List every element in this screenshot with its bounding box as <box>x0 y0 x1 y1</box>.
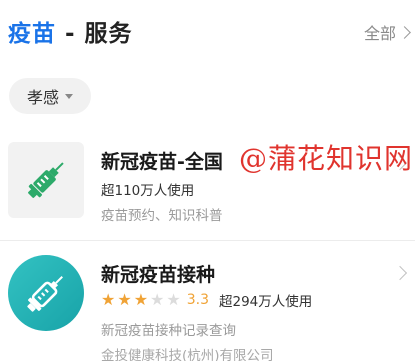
star-empty-icon: ★ <box>166 290 181 309</box>
city-filter-chip[interactable]: 孝感 <box>9 78 91 114</box>
view-all-link[interactable]: 全部 <box>363 20 411 44</box>
view-all-label: 全部 <box>363 24 396 43</box>
service-usage: 超110万人使用 <box>101 179 194 199</box>
chevron-right-icon <box>392 265 408 281</box>
dropdown-arrow-icon <box>65 93 73 99</box>
service-name: 新冠疫苗接种 <box>101 264 216 286</box>
star-filled-icon: ★ <box>101 290 116 309</box>
service-item-covid-vaccination[interactable]: 新冠疫苗接种 ★ ★ ★ ★ ★ 3.3 超294万人使用 新冠疫苗接种记录查询 金投健… <box>0 244 415 361</box>
chevron-right-icon <box>398 25 411 39</box>
service-description: 疫苗预约、知识科普 <box>101 208 223 224</box>
section-title: 疫苗 - 服务 <box>8 14 133 48</box>
divider <box>0 240 415 241</box>
star-empty-icon: ★ <box>150 290 165 309</box>
service-name: 新冠疫苗-全国 <box>101 151 223 173</box>
service-rating-row: ★ ★ ★ ★ ★ 3.3 超294万人使用 <box>101 290 313 311</box>
service-icon <box>8 142 84 218</box>
star-filled-icon: ★ <box>133 290 149 309</box>
watermark: @蒲花知识网 <box>239 142 414 175</box>
city-filter-label: 孝感 <box>26 88 59 107</box>
title-highlight: 疫苗 <box>8 21 56 47</box>
service-provider: 金投健康科技(杭州)有限公司 <box>101 348 274 361</box>
title-rest: - 服务 <box>56 21 133 47</box>
rating-value: 3.3 <box>186 292 209 308</box>
service-description: 新冠疫苗接种记录查询 <box>101 323 236 339</box>
star-rating: ★ ★ ★ ★ ★ <box>101 292 181 308</box>
syringe-icon <box>28 162 64 198</box>
syringe-icon <box>27 276 63 312</box>
section-header: 疫苗 - 服务 全部 <box>0 0 415 62</box>
star-filled-icon: ★ <box>117 290 132 309</box>
usage-count: 超110万人使用 <box>101 183 195 199</box>
usage-count: 超294万人使用 <box>218 294 313 310</box>
service-icon <box>8 255 84 331</box>
